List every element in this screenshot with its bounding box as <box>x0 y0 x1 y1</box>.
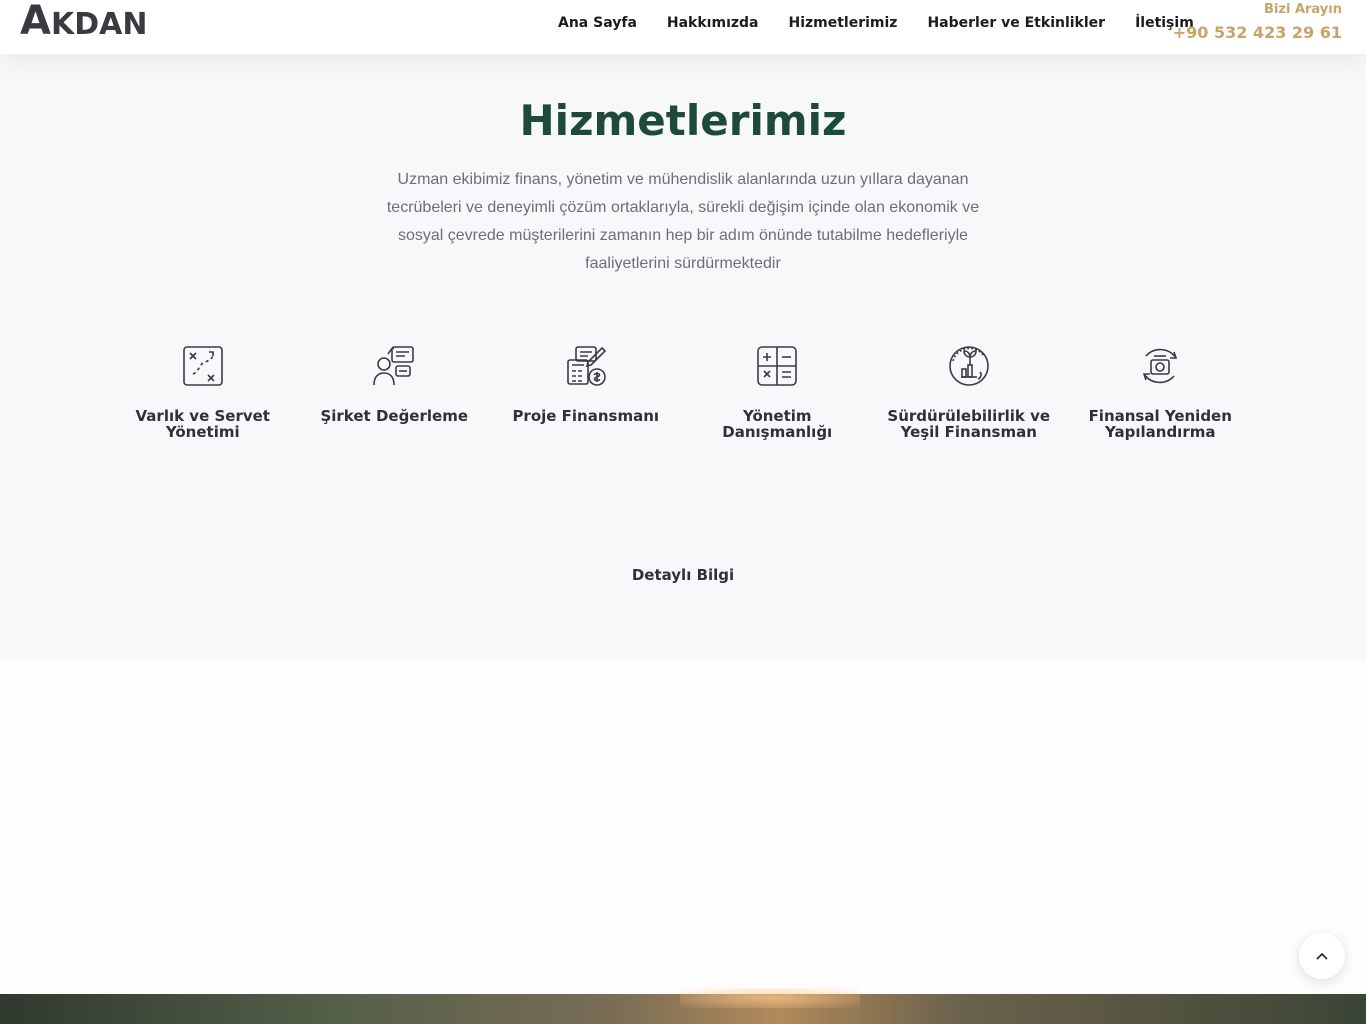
nav-item-about[interactable]: Hakkımızda <box>667 15 759 31</box>
phone-link[interactable]: +90 532 423 29 61 <box>1173 23 1342 42</box>
consultant-icon <box>373 346 415 386</box>
section-title: Hizmetlerimiz <box>519 96 847 145</box>
nav-item-news[interactable]: Haberler ve Etkinlikler <box>927 15 1105 31</box>
service-cards: Varlık ve Servet Yönetimi Şirket Değerle… <box>107 344 1256 440</box>
back-to-top-button[interactable] <box>1299 933 1345 979</box>
service-card-management-consulting[interactable]: Yönetim Danışmanlığı <box>682 344 874 440</box>
calculator-pen-icon <box>566 346 606 386</box>
service-card-sustainability[interactable]: Sürdürülebilirlik ve Yeşil Finansman <box>873 344 1065 440</box>
service-card-label: Proje Finansmanı <box>512 407 660 425</box>
service-card-label: Sürdürülebilirlik ve Yeşil Finansman <box>887 407 1051 441</box>
more-info-link[interactable]: Detaylı Bilgi <box>632 566 734 584</box>
math-operations-icon <box>757 346 798 386</box>
service-card-label: Varlık ve Servet Yönetimi <box>135 407 270 441</box>
money-cycle-icon <box>1143 348 1178 384</box>
sunlight-glow <box>680 988 860 1008</box>
landscape-banner <box>0 988 1366 1024</box>
service-card-project-finance[interactable]: Proje Finansmanı <box>490 344 682 440</box>
service-card-label: Şirket Değerleme <box>320 407 469 425</box>
service-card-restructuring[interactable]: Finansal Yeniden Yapılandırma <box>1065 344 1257 440</box>
logo[interactable]: AKDAN <box>20 0 147 44</box>
nav-item-home[interactable]: Ana Sayfa <box>558 15 637 31</box>
strategy-icon <box>182 346 223 386</box>
service-card-wealth[interactable]: Varlık ve Servet Yönetimi <box>107 344 299 440</box>
logo-initial: A <box>20 0 51 44</box>
section-description: Uzman ekibimiz finans, yönetim ve mühend… <box>386 171 980 272</box>
services-section: Hizmetlerimiz Uzman ekibimiz finans, yön… <box>0 54 1366 661</box>
service-card-valuation[interactable]: Şirket Değerleme <box>299 344 491 440</box>
call-block: Bizi Arayın +90 532 423 29 61 <box>1173 2 1342 42</box>
nav-item-services[interactable]: Hizmetlerimiz <box>788 15 897 31</box>
green-growth-icon <box>948 346 989 386</box>
service-card-label: Finansal Yeniden Yapılandırma <box>1088 407 1232 441</box>
logo-text: KDAN <box>50 7 148 42</box>
call-label: Bizi Arayın <box>1264 2 1342 17</box>
main-nav: Ana Sayfa Hakkımızda Hizmetlerimiz Haber… <box>558 15 1194 31</box>
site-header: AKDAN Ana Sayfa Hakkımızda Hizmetlerimiz… <box>0 0 1366 54</box>
chevron-up-icon <box>1316 952 1328 960</box>
more-info: Detaylı Bilgi <box>0 566 1366 584</box>
service-card-label: Yönetim Danışmanlığı <box>722 407 833 441</box>
